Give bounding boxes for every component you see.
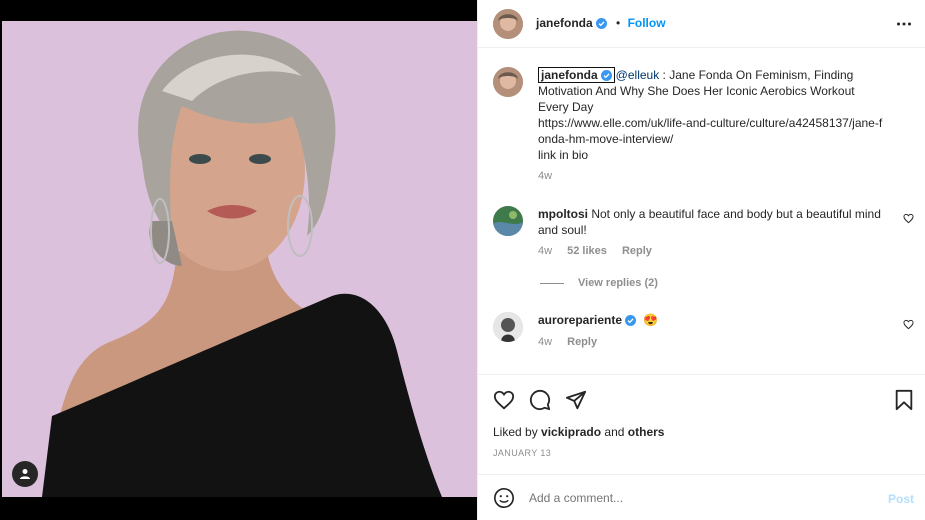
liked-by-row: Liked by vickiprado and others [493,425,664,439]
verified-badge-icon [625,315,637,326]
comment-reply-button[interactable]: Reply [622,245,652,257]
bookmark-icon [895,389,913,411]
add-comment-bar: Post [478,474,925,520]
more-options-button[interactable] [896,16,912,35]
caption-link[interactable]: https://www.elle.com/uk/life-and-culture… [538,116,882,146]
header-separator: • [616,16,621,30]
comment-time[interactable]: 4w [538,245,552,257]
view-replies-label: View replies (2) [578,277,658,289]
comment-avatar-image [493,312,523,342]
post-photo[interactable] [2,21,477,497]
liked-by-and: and [604,425,625,439]
comment-text: mpoltosi Not only a beautiful face and b… [538,206,883,238]
comment-time[interactable]: 4w [538,336,552,348]
comment-like-button[interactable] [903,213,914,227]
save-button[interactable] [894,389,914,414]
comment-reply-button[interactable]: Reply [567,336,597,348]
heart-icon [493,390,515,410]
caption-time[interactable]: 4w [538,170,552,182]
verified-badge-icon [600,70,612,81]
follow-button[interactable]: Follow [628,16,666,30]
comment-button[interactable] [529,389,551,414]
heart-icon [903,319,914,330]
comment-like-button[interactable] [903,319,914,333]
view-replies-button[interactable]: View replies (2) [540,277,658,289]
comment-text: aurorepariente 😍 [538,312,878,328]
comment-input[interactable] [529,491,849,505]
post-panel: janefonda • Follow janefonda @elleuk : Ja… [477,0,925,520]
liked-by-others[interactable]: others [628,425,665,439]
comment-meta: 4w 52 likes Reply [538,245,664,257]
caption-text: janefonda @elleuk : Jane Fonda On Feminis… [538,67,883,163]
comment-username[interactable]: mpoltosi [538,207,588,221]
post-actions: Liked by vickiprado and others JANUARY 1… [478,374,925,474]
paper-plane-icon [565,390,587,410]
emoji-icon [494,488,514,508]
post-date[interactable]: JANUARY 13 [493,448,551,458]
caption-author-box[interactable]: janefonda [538,67,615,83]
comment-avatar[interactable] [493,206,523,236]
portrait-illustration [42,30,442,497]
user-tag-button[interactable] [12,461,38,487]
header-author-row: janefonda • Follow [536,16,666,30]
emoji-button[interactable] [493,487,515,512]
post-header: janefonda • Follow [478,0,925,48]
heart-icon [903,213,914,224]
comment-meta: 4w Reply [538,336,609,348]
verified-badge-icon [595,18,607,29]
comment-avatar[interactable] [493,312,523,342]
post-media [0,0,477,520]
post-comment-button[interactable]: Post [888,492,914,506]
liked-by-prefix: Liked by [493,425,538,439]
caption-meta: 4w [538,170,564,182]
comment-username[interactable]: aurorepariente [538,313,622,327]
comment-likes[interactable]: 52 likes [567,245,607,257]
view-replies-line [540,282,564,284]
caption-username[interactable]: janefonda [541,68,598,82]
header-username[interactable]: janefonda [536,16,593,30]
comment-body: 😍 [643,313,659,327]
user-tag-icon [20,469,30,479]
comment-bubble-icon [529,389,551,411]
comment-body: Not only a beautiful face and body but a… [538,207,881,237]
author-avatar[interactable] [493,9,523,39]
more-options-icon [897,22,911,26]
caption-mention[interactable]: @elleuk [616,68,660,82]
like-button[interactable] [493,389,515,414]
caption-link-in-bio: link in bio [538,148,589,162]
share-button[interactable] [565,389,587,414]
author-avatar-image [493,9,523,39]
comment-avatar-image [493,206,523,236]
comments-section: janefonda @elleuk : Jane Fonda On Feminis… [478,48,925,374]
caption-avatar-image [493,67,523,97]
liked-by-user[interactable]: vickiprado [541,425,601,439]
caption-avatar[interactable] [493,67,523,97]
